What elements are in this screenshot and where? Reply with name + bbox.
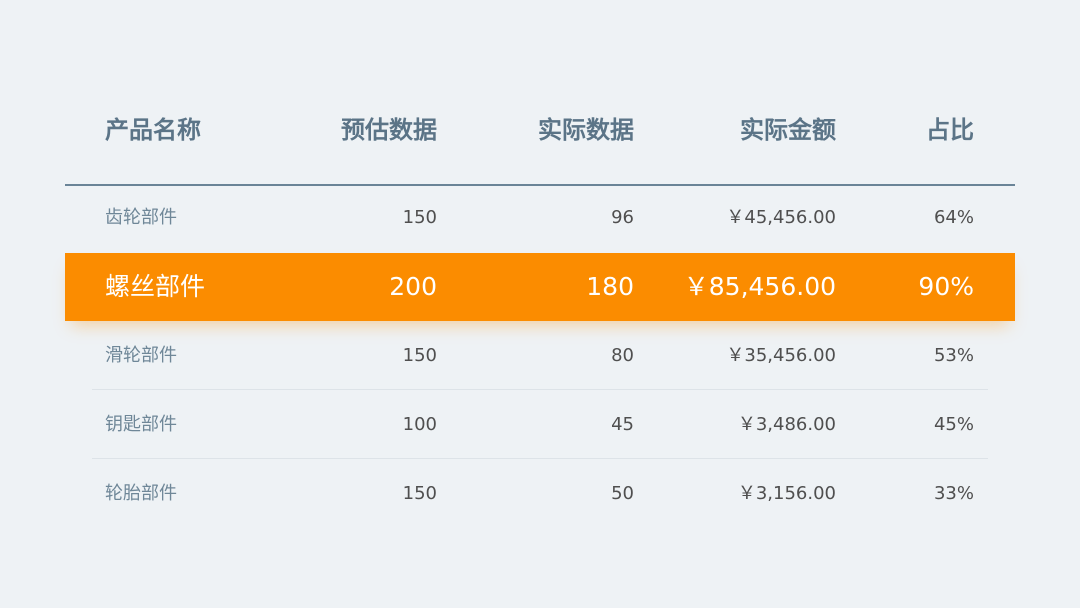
- actual-amount-cell: ￥85,456.00: [683, 272, 836, 301]
- header-actual-data: 实际数据: [538, 116, 634, 144]
- ratio-cell: 90%: [918, 272, 974, 301]
- row-divider: [92, 389, 988, 390]
- actual-data-cell: 50: [611, 483, 634, 504]
- product-name-cell: 轮胎部件: [105, 483, 177, 504]
- table-row: 轮胎部件 150 50 ￥3,156.00 33%: [65, 460, 1015, 528]
- estimated-data-cell: 150: [402, 483, 437, 504]
- table-row: 钥匙部件 100 45 ￥3,486.00 45%: [65, 391, 1015, 459]
- table-row: 滑轮部件 150 80 ￥35,456.00 53%: [65, 322, 1015, 390]
- estimated-data-cell: 100: [402, 414, 437, 435]
- header-ratio: 占比: [926, 116, 974, 144]
- table-row-highlighted: 螺丝部件 200 180 ￥85,456.00 90%: [65, 253, 1015, 321]
- table-row: 齿轮部件 150 96 ￥45,456.00 64%: [65, 184, 1015, 252]
- product-name-cell: 螺丝部件: [105, 272, 206, 301]
- product-name-cell: 钥匙部件: [105, 414, 177, 435]
- ratio-cell: 33%: [933, 483, 974, 504]
- row-divider: [92, 458, 988, 459]
- header-product-name: 产品名称: [105, 116, 201, 144]
- ratio-cell: 53%: [933, 345, 974, 366]
- actual-amount-cell: ￥35,456.00: [726, 345, 836, 366]
- estimated-data-cell: 150: [402, 207, 437, 228]
- actual-data-cell: 45: [611, 414, 634, 435]
- data-table: 产品名称 预估数据 实际数据 实际金额 占比 齿轮部件 150 96 ￥45,4…: [0, 0, 1080, 608]
- actual-amount-cell: ￥3,156.00: [737, 483, 836, 504]
- actual-amount-cell: ￥45,456.00: [726, 207, 836, 228]
- actual-data-cell: 80: [611, 345, 634, 366]
- ratio-cell: 45%: [933, 414, 974, 435]
- header-actual-amount: 实际金额: [740, 116, 836, 144]
- ratio-cell: 64%: [933, 207, 974, 228]
- table-header: 产品名称 预估数据 实际数据 实际金额 占比: [65, 105, 1015, 186]
- actual-data-cell: 96: [611, 207, 634, 228]
- product-name-cell: 齿轮部件: [105, 207, 177, 228]
- product-name-cell: 滑轮部件: [105, 345, 177, 366]
- estimated-data-cell: 200: [389, 272, 437, 301]
- estimated-data-cell: 150: [402, 345, 437, 366]
- actual-data-cell: 180: [586, 272, 634, 301]
- actual-amount-cell: ￥3,486.00: [737, 414, 836, 435]
- header-estimated-data: 预估数据: [341, 116, 437, 144]
